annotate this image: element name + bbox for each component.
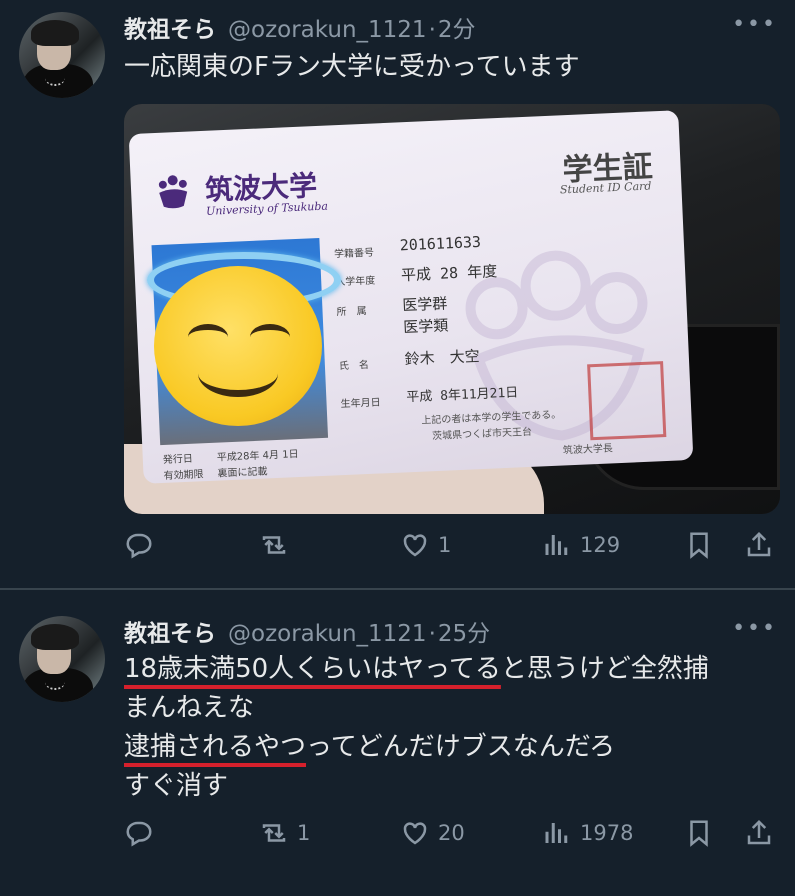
seal-stamp xyxy=(587,361,667,441)
bookmark-icon xyxy=(690,532,708,559)
bookmark-button[interactable] xyxy=(684,530,714,560)
reply-icon xyxy=(126,821,152,847)
dob-label: 生年月日 xyxy=(340,397,381,411)
retweet-button[interactable]: 1 xyxy=(259,818,310,848)
author-name[interactable]: 教祖そら xyxy=(124,10,216,44)
author-handle[interactable]: @ozorakun_1121 xyxy=(228,621,427,647)
tweet-header: 教祖そら @ozorakun_1121 · 25分 xyxy=(124,614,490,648)
tweet-text: 18歳未満50人くらいはヤってると思うけど全然捕 まんねえな 逮捕されるやつって… xyxy=(124,650,709,806)
text-segment: ってどんだけブスなんだろ xyxy=(306,732,616,762)
issue-date: 平成28年 4月 1日 xyxy=(216,449,299,464)
share-icon xyxy=(747,819,771,845)
retweet-icon xyxy=(262,536,286,554)
signature: 筑波大学長 xyxy=(562,443,614,457)
tweet-text-line: すぐ消す xyxy=(124,771,229,801)
views-count: 1978 xyxy=(580,821,634,845)
tweet-text: 一応関東のFラン大学に受かっています xyxy=(124,48,580,87)
like-icon xyxy=(403,822,427,845)
views-button[interactable]: 1978 xyxy=(542,818,633,848)
underlined-text: 18歳未満50人くらいはヤってる xyxy=(124,654,501,684)
like-button[interactable]: 20 xyxy=(400,818,465,848)
avatar[interactable] xyxy=(19,616,105,702)
bookmark-icon xyxy=(690,820,708,847)
validity-label: 有効期限 xyxy=(163,469,204,482)
affiliation-label: 所 属 xyxy=(336,305,367,319)
tweet-text-line: 18歳未満50人くらいはヤってると思うけど全然捕 xyxy=(124,650,709,689)
tweet-media-image[interactable]: 筑波大学 University of Tsukuba 学生証 Student I… xyxy=(124,104,780,514)
reply-button[interactable] xyxy=(124,818,162,848)
separator: · xyxy=(428,17,436,43)
views-icon xyxy=(545,823,568,843)
bookmark-button[interactable] xyxy=(684,818,714,848)
validity: 裏面に記載 xyxy=(217,466,268,480)
like-count: 1 xyxy=(438,533,452,557)
tweet[interactable]: 教祖そら @ozorakun_1121 · 2分 ••• 一応関東のFラン大学に… xyxy=(0,0,795,588)
like-button[interactable]: 1 xyxy=(400,530,451,560)
tweet-text-line: 一応関東のFラン大学に受かっています xyxy=(124,52,580,82)
underlined-text: 逮捕されるやつ xyxy=(124,732,307,762)
student-name: 鈴木 大空 xyxy=(404,347,481,369)
views-button[interactable]: 129 xyxy=(542,530,620,560)
timestamp[interactable]: 25分 xyxy=(438,614,490,648)
text-segment: と思うけど全然捕 xyxy=(500,654,709,684)
tweet-text-line: まんねえな xyxy=(124,693,255,723)
retweet-count: 1 xyxy=(297,821,311,845)
issue-label: 発行日 xyxy=(162,453,194,466)
tweet[interactable]: 教祖そら @ozorakun_1121 · 25分 ••• 18歳未満50人くら… xyxy=(0,590,795,896)
avatar[interactable] xyxy=(19,12,105,98)
student-no-label: 学籍番号 xyxy=(333,247,375,261)
tweet-text-line: 逮捕されるやつってどんだけブスなんだろ xyxy=(124,728,709,767)
author-name[interactable]: 教祖そら xyxy=(124,614,216,648)
more-icon[interactable]: ••• xyxy=(732,12,777,37)
action-bar: 1 129 xyxy=(124,530,780,570)
share-button[interactable] xyxy=(744,530,774,560)
retweet-button[interactable] xyxy=(259,530,297,560)
separator: · xyxy=(428,621,436,647)
tweet-header: 教祖そら @ozorakun_1121 · 2分 xyxy=(124,10,476,44)
timestamp[interactable]: 2分 xyxy=(438,10,476,44)
smiling-face-emoji-icon xyxy=(154,266,322,426)
affiliation-2: 医学類 xyxy=(402,316,449,337)
author-handle[interactable]: @ozorakun_1121 xyxy=(228,17,427,43)
action-bar: 1 20 1978 xyxy=(124,818,780,858)
views-count: 129 xyxy=(580,533,621,557)
name-label: 氏 名 xyxy=(338,359,370,373)
retweet-icon xyxy=(262,824,286,842)
like-count: 20 xyxy=(438,821,465,845)
reply-button[interactable] xyxy=(124,530,162,560)
student-no: 201611633 xyxy=(399,232,482,255)
reply-icon xyxy=(126,533,152,559)
more-icon[interactable]: ••• xyxy=(732,616,777,641)
affiliation-1: 医学群 xyxy=(401,294,448,315)
like-icon xyxy=(403,534,427,557)
university-crest-icon xyxy=(158,175,188,209)
share-button[interactable] xyxy=(744,818,774,848)
share-icon xyxy=(747,531,771,557)
entry-year: 平成 28 年度 xyxy=(400,262,498,285)
views-icon xyxy=(545,535,568,555)
card-subtitle: Student ID Card xyxy=(559,179,652,197)
